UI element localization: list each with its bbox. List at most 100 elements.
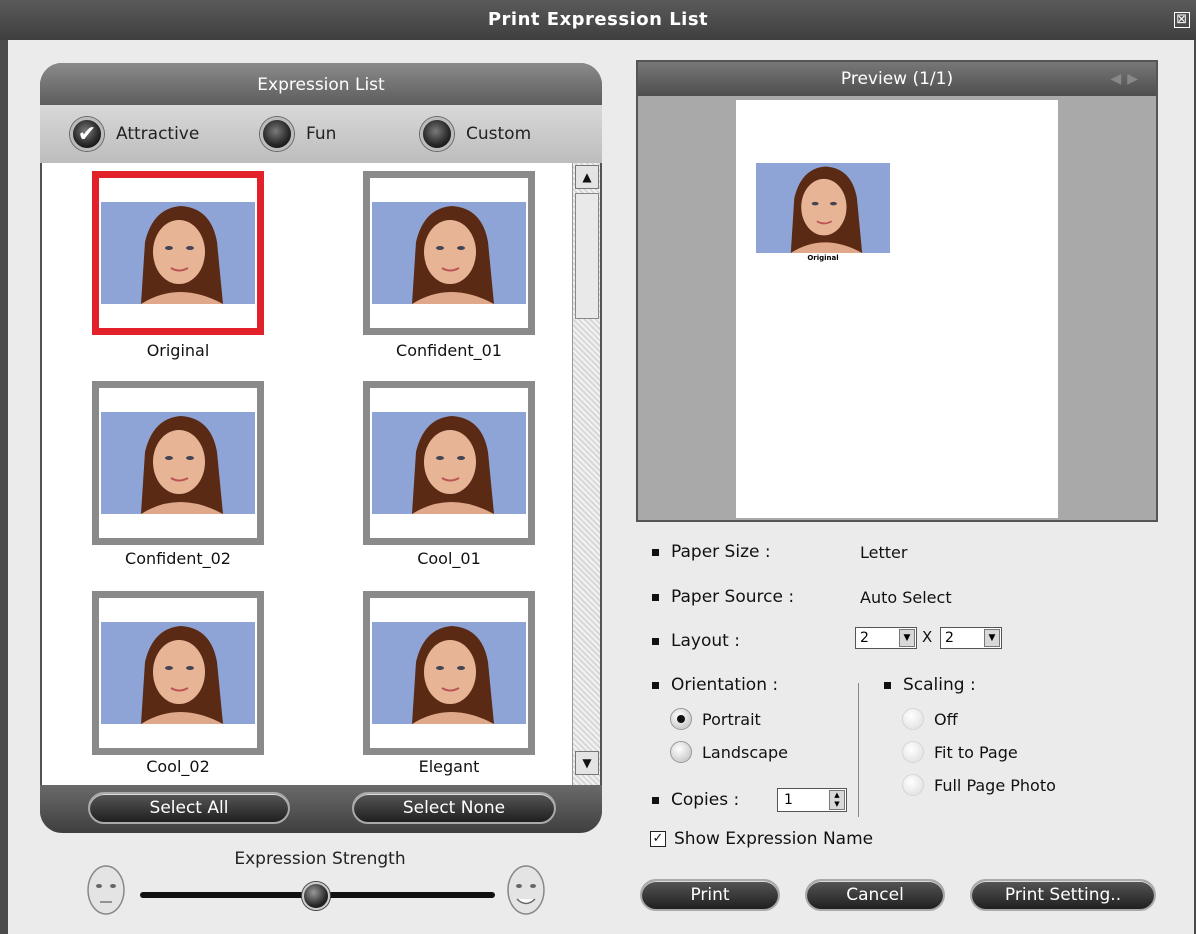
portrait-image (372, 412, 526, 514)
layout-row: Layout : (652, 631, 740, 651)
expression-list-header: Expression List (40, 63, 602, 105)
bullet-icon (652, 681, 659, 689)
expression-strength-label: Expression Strength (234, 849, 406, 869)
layout-label: Layout : (671, 631, 740, 651)
radio-selected-icon (670, 708, 692, 730)
portrait-photo (101, 622, 255, 724)
scaling-off-radio[interactable]: Off (902, 708, 958, 730)
expression-card-cool-02[interactable] (92, 591, 264, 755)
title-bar: Print Expression List ⊠ (0, 0, 1196, 40)
portrait-photo (372, 622, 526, 724)
chevron-down-icon[interactable]: ▼ (899, 629, 915, 647)
scroll-thumb[interactable] (575, 193, 599, 319)
expression-label: Confident_02 (125, 549, 231, 568)
print-setting-button[interactable]: Print Setting.. (970, 879, 1156, 911)
expression-card-confident-01[interactable] (363, 171, 535, 335)
select-none-button[interactable]: Select None (352, 792, 556, 824)
scaling-full-label: Full Page Photo (934, 775, 1056, 795)
scaling-full-radio[interactable]: Full Page Photo (902, 774, 1056, 796)
layout-columns-select[interactable]: 2 ▼ (855, 627, 917, 649)
scroll-down-icon[interactable]: ▼ (575, 751, 599, 775)
expression-label: Cool_02 (146, 757, 210, 776)
smiling-face-icon[interactable] (502, 862, 550, 918)
preview-page: Original (736, 100, 1058, 518)
expression-grid: Original Confident_01 Confident_02 Cool_… (42, 163, 572, 833)
radio-icon (902, 741, 924, 763)
stepper-arrows-icon[interactable]: ▲ ▼ (829, 790, 845, 810)
copies-label: Copies : (671, 790, 740, 810)
window-title: Print Expression List (487, 9, 709, 30)
portrait-photo (101, 412, 255, 514)
paper-source-row: Paper Source : (652, 587, 794, 607)
expression-label: Confident_01 (396, 341, 502, 360)
paper-size-label: Paper Size : (671, 542, 771, 562)
show-expression-name-checkbox[interactable]: ✓ Show Expression Name (650, 829, 873, 849)
close-icon[interactable]: ⊠ (1174, 12, 1190, 28)
print-button[interactable]: Print (640, 879, 780, 911)
radio-knob-icon (420, 117, 454, 151)
page-nav-arrows-icon[interactable]: ◀▶ (1110, 62, 1144, 96)
paper-source-value: Auto Select (860, 588, 952, 607)
scaling-label: Scaling : (903, 675, 976, 695)
expression-list-panel: Expression List ✔ Attractive Fun Custom (40, 63, 602, 833)
preview-thumbnail (756, 163, 890, 253)
copies-value: 1 (784, 792, 793, 808)
tab-attractive-label: Attractive (116, 124, 200, 144)
expression-card-elegant[interactable] (363, 591, 535, 755)
orientation-portrait-radio[interactable]: Portrait (670, 708, 761, 730)
portrait-image (372, 622, 526, 724)
preview-title: Preview (1/1) (840, 69, 954, 89)
scaling-fit-radio[interactable]: Fit to Page (902, 741, 1018, 763)
tab-fun[interactable]: Fun (260, 117, 336, 151)
preview-header: Preview (1/1) ◀▶ (638, 62, 1156, 96)
expression-label: Cool_01 (417, 549, 481, 568)
expression-scrollbar[interactable]: ▲ ▼ (572, 163, 600, 833)
scaling-row: Scaling : (884, 675, 976, 695)
chevron-down-icon[interactable]: ▼ (984, 629, 1000, 647)
print-preview-panel: Preview (1/1) ◀▶ Original (636, 60, 1158, 522)
select-all-button[interactable]: Select All (88, 792, 290, 824)
portrait-image (101, 412, 255, 514)
layout-rows-value: 2 (945, 630, 954, 646)
radio-icon (902, 708, 924, 730)
expression-label: Original (146, 341, 210, 360)
paper-size-row: Paper Size : (652, 542, 771, 562)
scaling-off-label: Off (934, 709, 958, 729)
layout-columns-value: 2 (860, 630, 869, 646)
portrait-photo (372, 412, 526, 514)
bullet-icon (652, 637, 659, 645)
portrait-image (372, 202, 526, 304)
radio-icon (902, 774, 924, 796)
tab-fun-label: Fun (306, 124, 337, 144)
layout-multiplier: X (922, 628, 933, 646)
neutral-face-icon[interactable] (82, 862, 130, 918)
show-expression-name-label: Show Expression Name (674, 829, 874, 849)
cancel-button[interactable]: Cancel (805, 879, 945, 911)
settings-divider (858, 683, 859, 817)
bullet-icon (652, 548, 659, 556)
copies-stepper[interactable]: 1 ▲ ▼ (777, 788, 847, 812)
orientation-label: Orientation : (671, 675, 779, 695)
orientation-landscape-label: Landscape (702, 742, 788, 762)
portrait-photo (101, 202, 255, 304)
bullet-icon (884, 681, 891, 689)
copies-row: Copies : (652, 790, 739, 810)
portrait-image (756, 163, 890, 253)
scroll-up-icon[interactable]: ▲ (575, 165, 599, 189)
layout-rows-select[interactable]: 2 ▼ (940, 627, 1002, 649)
expression-card-original[interactable] (92, 171, 264, 335)
portrait-photo (372, 202, 526, 304)
tab-attractive[interactable]: ✔ Attractive (70, 117, 199, 151)
expression-strength-thumb[interactable] (302, 882, 330, 910)
radio-icon (670, 741, 692, 763)
orientation-portrait-label: Portrait (702, 709, 761, 729)
expression-card-confident-02[interactable] (92, 381, 264, 545)
preview-thumbnail-label: Original (807, 254, 839, 262)
expression-label: Elegant (418, 757, 480, 776)
tab-custom[interactable]: Custom (420, 117, 531, 151)
orientation-landscape-radio[interactable]: Landscape (670, 741, 788, 763)
portrait-image (101, 202, 255, 304)
expression-list-footer: Select All Select None (40, 785, 602, 833)
expression-card-cool-01[interactable] (363, 381, 535, 545)
paper-size-value: Letter (860, 543, 908, 562)
